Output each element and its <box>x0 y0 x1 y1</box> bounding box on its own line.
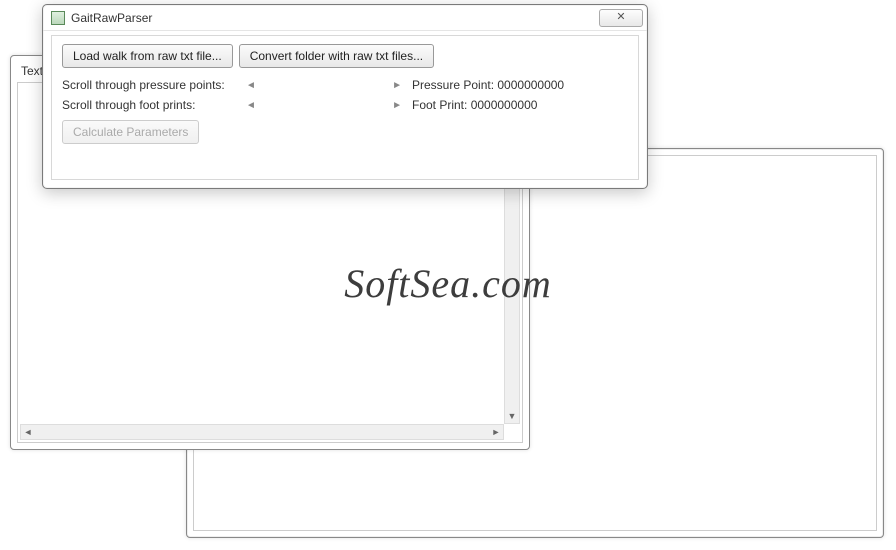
pressure-label: Scroll through pressure points: <box>62 78 244 92</box>
app-icon <box>51 11 65 25</box>
chevron-left-icon[interactable]: ◄ <box>246 100 256 111</box>
load-walk-button[interactable]: Load walk from raw txt file... <box>62 44 233 68</box>
horizontal-scrollbar[interactable]: ◄ ► <box>20 424 504 440</box>
scroll-down-icon[interactable]: ▼ <box>505 409 519 423</box>
scroll-right-icon[interactable]: ► <box>489 425 503 439</box>
scroll-left-icon[interactable]: ◄ <box>21 425 35 439</box>
foot-scrollbar[interactable]: ◄ ► <box>244 98 404 112</box>
foot-value: Foot Print: 0000000000 <box>412 98 537 112</box>
chevron-left-icon[interactable]: ◄ <box>246 80 256 91</box>
calculate-parameters-button[interactable]: Calculate Parameters <box>62 120 199 144</box>
close-button[interactable]: ✕ <box>599 9 643 27</box>
calc-row: Calculate Parameters <box>62 120 628 144</box>
window-title: GaitRawParser <box>71 11 599 25</box>
pressure-scrollbar[interactable]: ◄ ► <box>244 78 404 92</box>
close-icon: ✕ <box>616 11 625 23</box>
chevron-right-icon[interactable]: ► <box>392 80 402 91</box>
chevron-right-icon[interactable]: ► <box>392 100 402 111</box>
button-row: Load walk from raw txt file... Convert f… <box>62 44 628 68</box>
dialog-body: Load walk from raw txt file... Convert f… <box>51 35 639 180</box>
foot-label: Scroll through foot prints: <box>62 98 244 112</box>
convert-folder-button[interactable]: Convert folder with raw txt files... <box>239 44 434 68</box>
titlebar[interactable]: GaitRawParser ✕ <box>43 5 647 31</box>
gaitrawparser-dialog: GaitRawParser ✕ Load walk from raw txt f… <box>42 4 648 189</box>
pressure-row: Scroll through pressure points: ◄ ► Pres… <box>62 78 628 92</box>
pressure-value: Pressure Point: 0000000000 <box>412 78 564 92</box>
foot-row: Scroll through foot prints: ◄ ► Foot Pri… <box>62 98 628 112</box>
